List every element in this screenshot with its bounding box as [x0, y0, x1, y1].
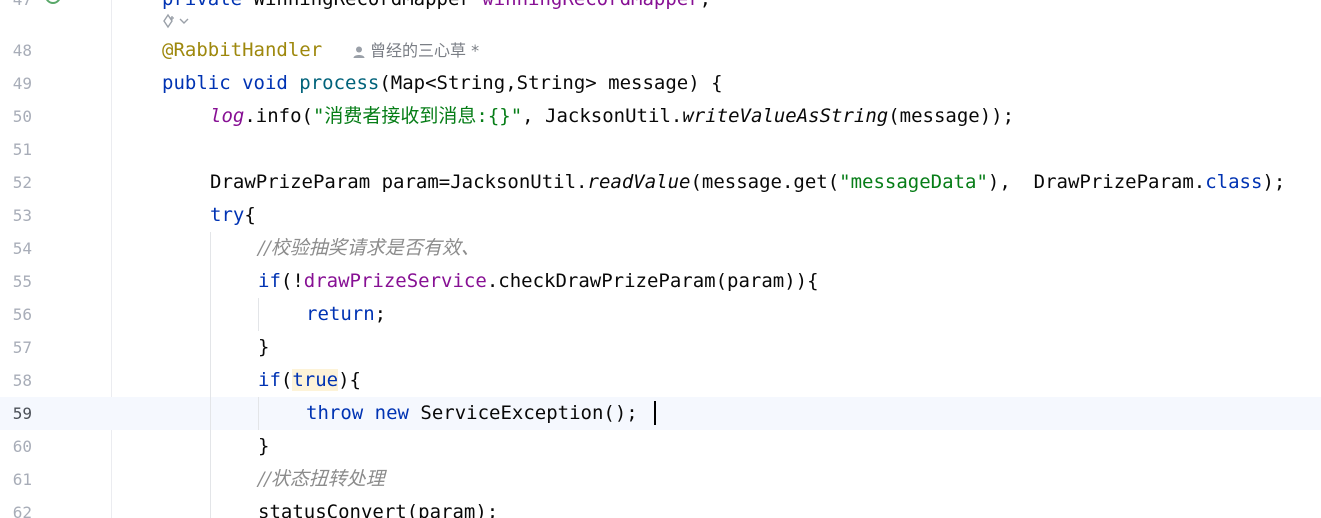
code-token: statusConvert(param);: [258, 501, 499, 518]
code-text[interactable]: }: [258, 331, 269, 364]
code-text[interactable]: try{: [210, 199, 256, 232]
code-text[interactable]: throw new ServiceException();: [306, 397, 638, 430]
code-token: (message));: [888, 105, 1015, 127]
code-token: //校验抽奖请求是否有效、: [258, 237, 480, 259]
line-number: 60: [12, 437, 32, 456]
line-number: 48: [12, 41, 32, 60]
line-number: 61: [12, 470, 32, 489]
code-line[interactable]: 60}: [0, 430, 1321, 463]
code-token: );: [1262, 171, 1286, 193]
ai-sparkle-icon[interactable]: [160, 12, 190, 34]
line-number: 55: [12, 272, 32, 291]
code-token: }: [258, 336, 270, 358]
code-line[interactable]: 47 private WinningRecordMapper winningRe…: [0, 0, 1321, 16]
code-line[interactable]: 59 throw new ServiceException();: [0, 397, 1321, 430]
code-text[interactable]: DrawPrizeParam param=JacksonUtil.readVal…: [210, 166, 1285, 199]
code-token: return: [306, 303, 375, 325]
code-line[interactable]: 53 try{: [0, 199, 1321, 232]
code-token: public void: [162, 72, 300, 94]
code-token: (message.get(: [690, 171, 840, 193]
line-number: 62: [12, 503, 32, 518]
code-text[interactable]: log.info("消费者接收到消息:{}", JacksonUtil.writ…: [210, 100, 1014, 133]
run-gutter-icon[interactable]: [42, 0, 64, 8]
code-token: .checkDrawPrizeParam(param)){: [486, 270, 819, 292]
line-number: 56: [12, 305, 32, 324]
code-token: if: [258, 270, 281, 292]
code-token: writeValueAsString: [682, 105, 889, 127]
code-token: throw new: [306, 402, 421, 424]
code-text[interactable]: //校验抽奖请求是否有效、: [258, 232, 480, 265]
code-token: //状态扭转处理: [258, 468, 385, 490]
code-token: class: [1205, 171, 1263, 193]
code-token: .info(: [244, 105, 313, 127]
code-token: log: [210, 105, 245, 127]
code-line[interactable]: 55 if(!drawPrizeService.checkDrawPrizePar…: [0, 265, 1321, 298]
code-text[interactable]: }: [258, 430, 269, 463]
code-text[interactable]: return;: [306, 298, 386, 331]
line-number: 50: [12, 107, 32, 126]
code-text[interactable]: statusConvert(param);: [258, 496, 498, 518]
code-text[interactable]: if(!drawPrizeService.checkDrawPrizeParam…: [258, 265, 819, 298]
code-line[interactable]: 50 log.info("消费者接收到消息:{}", JacksonUtil.wr…: [0, 100, 1321, 133]
code-editor[interactable]: 47 private WinningRecordMapper winningRe…: [0, 0, 1321, 518]
line-number: 59: [12, 404, 32, 423]
code-line[interactable]: 54 //校验抽奖请求是否有效、: [0, 232, 1321, 265]
code-line[interactable]: 49 public void process(Map<String,String>…: [0, 67, 1321, 100]
code-token: try: [210, 204, 245, 226]
code-token: DrawPrizeParam param=JacksonUtil.: [210, 171, 588, 193]
code-token: drawPrizeService: [303, 270, 487, 292]
code-token: ;: [374, 303, 387, 325]
code-line[interactable]: 62 statusConvert(param);: [0, 496, 1321, 518]
code-token: true: [292, 369, 339, 391]
code-token: }: [258, 435, 270, 457]
code-token: ServiceException();: [420, 402, 638, 424]
code-text[interactable]: @RabbitHandler: [162, 34, 322, 67]
text-cursor: [654, 401, 656, 425]
code-line[interactable]: 52 DrawPrizeParam param=JacksonUtil.readV…: [0, 166, 1321, 199]
line-number: 57: [12, 338, 32, 357]
code-line[interactable]: 57}: [0, 331, 1321, 364]
code-token: ), DrawPrizeParam.: [987, 171, 1206, 193]
code-text[interactable]: //状态扭转处理: [258, 463, 385, 496]
code-line[interactable]: 51: [0, 133, 1321, 166]
code-text[interactable]: if(true){: [258, 364, 361, 397]
code-line[interactable]: 56 return;: [0, 298, 1321, 331]
line-number: 58: [12, 371, 32, 390]
code-token: (: [280, 369, 293, 391]
code-token: {: [244, 204, 256, 226]
code-line[interactable]: 58 if(true){: [0, 364, 1321, 397]
line-number: 52: [12, 173, 32, 192]
code-token: readValue: [587, 171, 691, 193]
line-number: 51: [12, 140, 32, 159]
code-token: (!: [280, 270, 304, 292]
line-number: 53: [12, 206, 32, 225]
line-number: 49: [12, 74, 32, 93]
code-token: (Map<String,String> message) {: [379, 72, 723, 94]
code-token: "消费者接收到消息:{}": [312, 105, 523, 127]
code-token: @RabbitHandler: [162, 39, 323, 61]
line-number: 47: [0, 0, 32, 16]
code-token: "messageData": [839, 171, 988, 193]
code-text[interactable]: private WinningRecordMapper winningRecor…: [162, 0, 711, 16]
code-text[interactable]: public void process(Map<String,String> m…: [162, 67, 723, 100]
code-token: if: [258, 369, 281, 391]
code-token: , JacksonUtil.: [522, 105, 683, 127]
line-number: 54: [12, 239, 32, 258]
code-token: process: [299, 72, 380, 94]
code-line[interactable]: 61 //状态扭转处理: [0, 463, 1321, 496]
code-line[interactable]: 48 @RabbitHandler: [0, 34, 1321, 67]
code-token: ){: [338, 369, 361, 391]
